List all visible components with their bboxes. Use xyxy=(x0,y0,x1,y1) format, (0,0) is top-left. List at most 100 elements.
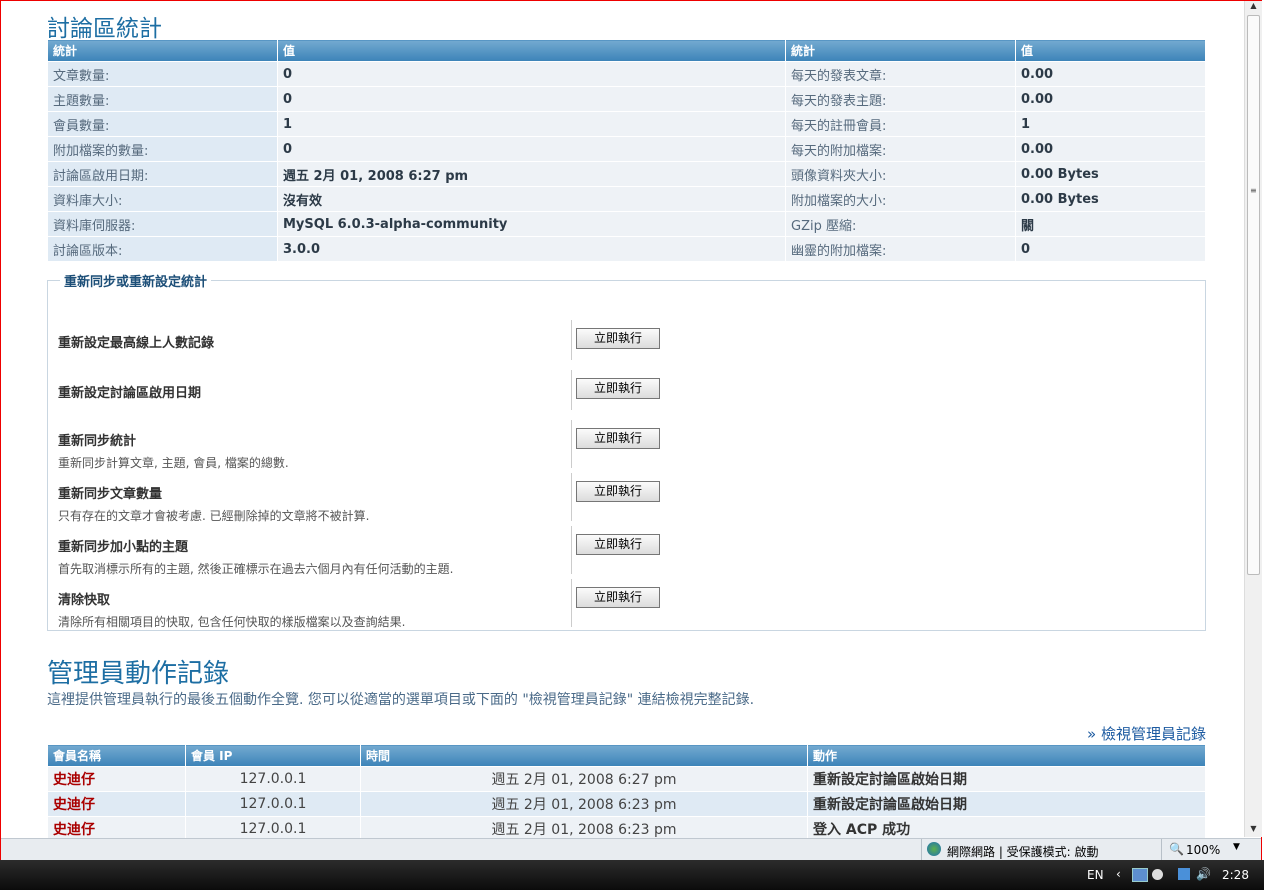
divider xyxy=(571,320,572,360)
divider xyxy=(571,370,572,410)
tray-expand-icon[interactable]: ‹ xyxy=(1116,867,1121,881)
zoom-icon: 🔍 xyxy=(1169,842,1184,856)
stat-label: 討論區版本: xyxy=(47,236,278,262)
stats-header-stat-1: 統計 xyxy=(47,39,278,62)
reset-most-users-button[interactable]: 立即執行 xyxy=(576,328,660,349)
stat-value: MySQL 6.0.3-alpha-community xyxy=(277,211,786,237)
stats-row: 資料庫大小: 沒有效 附加檔案的大小: 0.00 Bytes xyxy=(47,186,1206,212)
log-action: 重新設定討論區啟始日期 xyxy=(807,791,1206,817)
scroll-up-arrow-icon[interactable]: ▲ xyxy=(1245,1,1262,14)
stat-label: GZip 壓縮: xyxy=(785,211,1016,237)
stat-label: 幽靈的附加檔案: xyxy=(785,236,1016,262)
stat-label: 每天的發表文章: xyxy=(785,61,1016,87)
divider xyxy=(921,839,922,861)
admin-log-title: 管理員動作記錄 xyxy=(47,659,230,689)
divider xyxy=(571,473,572,521)
stat-value: 0.00 xyxy=(1015,136,1206,162)
stat-value: 0 xyxy=(1015,236,1206,262)
resync-item-desc: 首先取消標示所有的主題, 然後正確標示在過去六個月內有任何活動的主題. xyxy=(58,562,454,576)
log-row: 史迪仔 127.0.0.1 週五 2月 01, 2008 6:23 pm 重新設… xyxy=(47,791,1206,817)
grip-icon: ≡ xyxy=(1250,186,1257,195)
stats-row: 會員數量: 1 每天的註冊會員: 1 xyxy=(47,111,1206,137)
stats-row: 資料庫伺服器: MySQL 6.0.3-alpha-community GZip… xyxy=(47,211,1206,237)
log-time: 週五 2月 01, 2008 6:23 pm xyxy=(360,791,808,817)
log-action: 重新設定討論區啟始日期 xyxy=(807,766,1206,792)
stat-value: 沒有效 xyxy=(277,186,786,212)
stat-value: 0 xyxy=(277,61,786,87)
log-header-time: 時間 xyxy=(360,744,808,767)
stat-label: 資料庫伺服器: xyxy=(47,211,278,237)
monitor-tray-icon[interactable] xyxy=(1178,868,1190,880)
resync-item: 重新同步加小點的主題 首先取消標示所有的主題, 然後正確標示在過去六個月內有任何… xyxy=(58,526,1198,577)
stats-row: 附加檔案的數量: 0 每天的附加檔案: 0.00 xyxy=(47,136,1206,162)
security-zone-label[interactable]: 網際網路 | 受保護模式: 啟動 xyxy=(947,843,1099,860)
stats-row: 主題數量: 0 每天的發表主題: 0.00 xyxy=(47,86,1206,112)
stat-label: 附加檔案的數量: xyxy=(47,136,278,162)
stats-row: 討論區版本: 3.0.0 幽靈的附加檔案: 0 xyxy=(47,236,1206,262)
reset-board-date-button[interactable]: 立即執行 xyxy=(576,378,660,399)
resync-item: 重新設定討論區啟用日期 立即執行 xyxy=(58,370,1198,410)
zoom-dropdown-icon[interactable]: ▼ xyxy=(1233,842,1240,852)
network-tray-icon[interactable] xyxy=(1132,868,1148,882)
divider xyxy=(571,579,572,627)
log-ip: 127.0.0.1 xyxy=(185,791,361,817)
resync-stats-button[interactable]: 立即執行 xyxy=(576,428,660,449)
divider xyxy=(571,420,572,468)
stats-row: 文章數量: 0 每天的發表文章: 0.00 xyxy=(47,61,1206,87)
language-indicator[interactable]: EN xyxy=(1087,868,1104,882)
admin-log-table: 會員名稱 會員 IP 時間 動作 史迪仔 127.0.0.1 週五 2月 01,… xyxy=(47,744,1206,838)
media-tray-icon[interactable] xyxy=(1152,869,1163,880)
log-username-link[interactable]: 史迪仔 xyxy=(47,766,186,792)
resync-item-desc: 重新同步計算文章, 主題, 會員, 檔案的總數. xyxy=(58,456,289,470)
log-header-ip: 會員 IP xyxy=(185,744,361,767)
resync-item: 重新設定最高線上人數記錄 立即執行 xyxy=(58,320,1198,360)
log-time: 週五 2月 01, 2008 6:23 pm xyxy=(360,816,808,838)
admin-log-intro: 這裡提供管理員執行的最後五個動作全覽. 您可以從適當的選單項目或下面的 "檢視管… xyxy=(47,692,755,708)
log-username-link[interactable]: 史迪仔 xyxy=(47,791,186,817)
stat-value: 0.00 Bytes xyxy=(1015,186,1206,212)
resync-dots-button[interactable]: 立即執行 xyxy=(576,534,660,555)
stat-label: 每天的註冊會員: xyxy=(785,111,1016,137)
stat-value: 1 xyxy=(277,111,786,137)
resync-item: 清除快取 清除所有相關項目的快取, 包含任何快取的樣版檔案以及查詢結果. 立即執… xyxy=(58,579,1198,630)
stat-value: 週五 2月 01, 2008 6:27 pm xyxy=(277,161,786,187)
divider xyxy=(1161,839,1162,861)
resync-fieldset: 重新同步或重新設定統計 重新設定最高線上人數記錄 立即執行 重新設定討論區啟用日… xyxy=(47,271,1206,631)
page-viewport: 討論區統計 統計 值 統計 值 文章數量: 0 每天的發表文章: 0.00 主題… xyxy=(1,1,1244,838)
stat-value: 關 xyxy=(1015,211,1206,237)
log-ip: 127.0.0.1 xyxy=(185,816,361,838)
stat-value: 0 xyxy=(277,86,786,112)
scroll-down-arrow-icon[interactable]: ▼ xyxy=(1245,824,1262,837)
vertical-scrollbar[interactable]: ▲ ≡ ▼ xyxy=(1244,1,1262,837)
stats-header-stat-2: 統計 xyxy=(785,39,1016,62)
log-username-link[interactable]: 史迪仔 xyxy=(47,816,186,838)
stat-label: 文章數量: xyxy=(47,61,278,87)
resync-post-count-button[interactable]: 立即執行 xyxy=(576,481,660,502)
stat-value: 0.00 Bytes xyxy=(1015,161,1206,187)
stat-value: 3.0.0 xyxy=(277,236,786,262)
stats-table: 統計 值 統計 值 文章數量: 0 每天的發表文章: 0.00 主題數量: 0 … xyxy=(47,39,1206,262)
stat-value: 0.00 xyxy=(1015,61,1206,87)
scrollbar-thumb[interactable]: ≡ xyxy=(1247,15,1260,575)
clock[interactable]: 2:28 xyxy=(1222,868,1249,882)
log-row: 史迪仔 127.0.0.1 週五 2月 01, 2008 6:27 pm 重新設… xyxy=(47,766,1206,792)
taskbar: EN ‹ 🔊 2:28 xyxy=(0,860,1264,890)
globe-icon xyxy=(927,842,941,856)
stat-value: 0.00 xyxy=(1015,86,1206,112)
divider xyxy=(571,526,572,574)
volume-icon[interactable]: 🔊 xyxy=(1196,867,1211,881)
stats-title: 討論區統計 xyxy=(47,16,162,42)
stats-header-value-2: 值 xyxy=(1015,39,1206,62)
stat-label: 主題數量: xyxy=(47,86,278,112)
stat-label: 附加檔案的大小: xyxy=(785,186,1016,212)
stats-header-value-1: 值 xyxy=(277,39,786,62)
purge-cache-button[interactable]: 立即執行 xyxy=(576,587,660,608)
stat-label: 會員數量: xyxy=(47,111,278,137)
zoom-level[interactable]: 100% xyxy=(1186,843,1220,857)
log-ip: 127.0.0.1 xyxy=(185,766,361,792)
resync-legend: 重新同步或重新設定統計 xyxy=(64,275,208,290)
view-admin-log-link[interactable]: » 檢視管理員記錄 xyxy=(1087,723,1206,744)
resync-item: 重新同步文章數量 只有存在的文章才會被考慮. 已經刪除掉的文章將不被計算. 立即… xyxy=(58,473,1198,524)
log-action: 登入 ACP 成功 xyxy=(807,816,1206,838)
log-header-username: 會員名稱 xyxy=(47,744,186,767)
